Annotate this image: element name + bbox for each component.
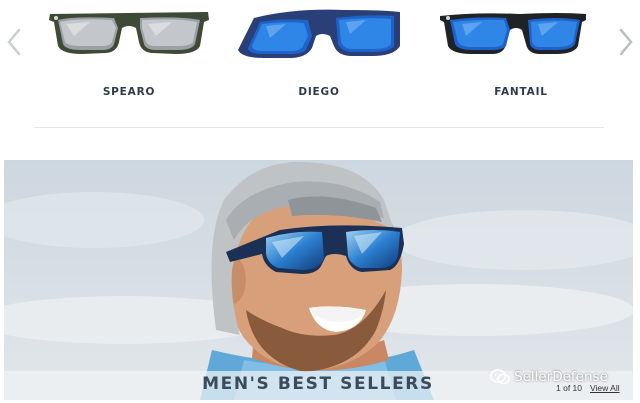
hero-title: MEN'S BEST SELLERS (202, 374, 434, 394)
product-card-diego[interactable]: DIEGO (234, 0, 404, 104)
carousel-next-button[interactable] (614, 24, 638, 60)
hero-photo-man-in-sunglasses (4, 160, 633, 400)
hero-banner[interactable] (4, 160, 633, 400)
chevron-right-icon (619, 28, 633, 56)
sunglasses-image-diego (238, 9, 400, 58)
product-card-fantail[interactable]: FANTAIL (436, 0, 606, 104)
sunglasses-image-fantail (440, 13, 586, 54)
carousel-prev-button[interactable] (2, 24, 26, 60)
product-name: FANTAIL (494, 86, 548, 98)
product-carousel: SPEARO DIEGO FANTAIL (0, 0, 640, 130)
sunglasses-image-spearo (49, 12, 209, 54)
hero-pagination: 1 of 10 (556, 383, 582, 393)
chevron-left-icon (7, 28, 21, 56)
wechat-icon (490, 369, 510, 385)
product-card-spearo[interactable]: SPEARO (44, 0, 214, 104)
product-name: SPEARO (102, 86, 156, 98)
view-all-link[interactable]: View All (590, 383, 620, 393)
section-divider (34, 127, 604, 128)
product-name: DIEGO (298, 86, 340, 98)
